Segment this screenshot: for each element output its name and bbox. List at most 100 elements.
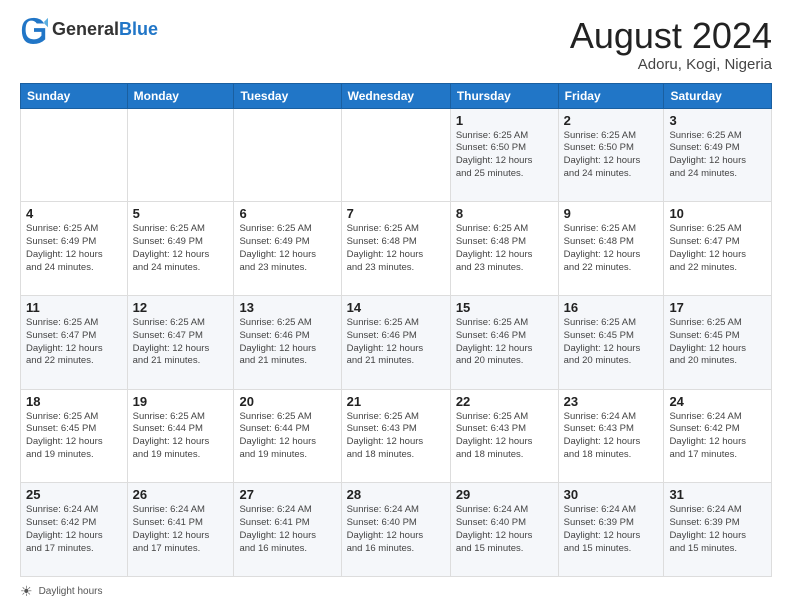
calendar-cell: 26 Sunrise: 6:24 AM Sunset: 6:41 PM Dayli… (127, 483, 234, 577)
day-header-thursday: Thursday (450, 83, 558, 108)
day-info: Sunrise: 6:25 AM Sunset: 6:46 PM Dayligh… (347, 317, 445, 368)
day-number: 4 (26, 206, 122, 221)
day-info: Sunrise: 6:25 AM Sunset: 6:47 PM Dayligh… (133, 317, 229, 368)
day-number: 23 (564, 394, 659, 409)
calendar-week-5: 25Sunrise: 6:24 AM Sunset: 6:42 PM Dayli… (21, 483, 772, 577)
calendar-body: 1 Sunrise: 6:25 AM Sunset: 6:50 PM Daylig… (21, 108, 772, 576)
logo: GeneralBlue (20, 16, 158, 44)
calendar-cell: 15 Sunrise: 6:25 AM Sunset: 6:46 PM Dayli… (450, 295, 558, 389)
day-number: 30 (564, 487, 659, 502)
day-info: Sunrise: 6:25 AM Sunset: 6:43 PM Dayligh… (456, 411, 553, 462)
header-row: SundayMondayTuesdayWednesdayThursdayFrid… (21, 83, 772, 108)
calendar-cell: 19Sunrise: 6:25 AM Sunset: 6:44 PM Dayli… (127, 389, 234, 483)
page: GeneralBlue August 2024 Adoru, Kogi, Nig… (0, 0, 792, 612)
footer: ☀ Daylight hours (20, 583, 772, 600)
calendar-cell: 1 Sunrise: 6:25 AM Sunset: 6:50 PM Daylig… (450, 108, 558, 202)
calendar-cell: 14Sunrise: 6:25 AM Sunset: 6:46 PM Dayli… (341, 295, 450, 389)
day-number: 5 (133, 206, 229, 221)
footer-note: ☀ Daylight hours (20, 583, 772, 600)
day-info: Sunrise: 6:25 AM Sunset: 6:46 PM Dayligh… (456, 317, 553, 368)
day-info: Sunrise: 6:24 AM Sunset: 6:39 PM Dayligh… (669, 504, 766, 555)
month-title: August 2024 (570, 16, 772, 56)
day-info: Sunrise: 6:25 AM Sunset: 6:43 PM Dayligh… (347, 411, 445, 462)
calendar-cell: 9 Sunrise: 6:25 AM Sunset: 6:48 PM Daylig… (558, 202, 664, 296)
day-number: 27 (239, 487, 335, 502)
day-number: 15 (456, 300, 553, 315)
day-number: 29 (456, 487, 553, 502)
calendar-cell: 18Sunrise: 6:25 AM Sunset: 6:45 PM Dayli… (21, 389, 128, 483)
day-info: Sunrise: 6:25 AM Sunset: 6:49 PM Dayligh… (669, 130, 766, 181)
day-number: 9 (564, 206, 659, 221)
day-number: 18 (26, 394, 122, 409)
day-info: Sunrise: 6:25 AM Sunset: 6:47 PM Dayligh… (26, 317, 122, 368)
day-info: Sunrise: 6:25 AM Sunset: 6:45 PM Dayligh… (564, 317, 659, 368)
day-number: 31 (669, 487, 766, 502)
calendar-week-2: 4 Sunrise: 6:25 AM Sunset: 6:49 PM Daylig… (21, 202, 772, 296)
calendar-cell: 16 Sunrise: 6:25 AM Sunset: 6:45 PM Dayli… (558, 295, 664, 389)
day-info: Sunrise: 6:25 AM Sunset: 6:49 PM Dayligh… (239, 223, 335, 274)
day-info: Sunrise: 6:24 AM Sunset: 6:42 PM Dayligh… (669, 411, 766, 462)
day-number: 6 (239, 206, 335, 221)
day-info: Sunrise: 6:24 AM Sunset: 6:43 PM Dayligh… (564, 411, 659, 462)
day-number: 1 (456, 113, 553, 128)
calendar-cell: 13Sunrise: 6:25 AM Sunset: 6:46 PM Dayli… (234, 295, 341, 389)
day-info: Sunrise: 6:25 AM Sunset: 6:49 PM Dayligh… (133, 223, 229, 274)
calendar-cell: 30Sunrise: 6:24 AM Sunset: 6:39 PM Dayli… (558, 483, 664, 577)
day-info: Sunrise: 6:25 AM Sunset: 6:48 PM Dayligh… (456, 223, 553, 274)
calendar-header: SundayMondayTuesdayWednesdayThursdayFrid… (21, 83, 772, 108)
logo-general: General (52, 19, 119, 39)
day-number: 16 (564, 300, 659, 315)
day-info: Sunrise: 6:25 AM Sunset: 6:44 PM Dayligh… (239, 411, 335, 462)
title-area: August 2024 Adoru, Kogi, Nigeria (570, 16, 772, 73)
day-info: Sunrise: 6:24 AM Sunset: 6:40 PM Dayligh… (347, 504, 445, 555)
day-info: Sunrise: 6:25 AM Sunset: 6:46 PM Dayligh… (239, 317, 335, 368)
calendar-cell: 25Sunrise: 6:24 AM Sunset: 6:42 PM Dayli… (21, 483, 128, 577)
day-header-saturday: Saturday (664, 83, 772, 108)
day-info: Sunrise: 6:25 AM Sunset: 6:48 PM Dayligh… (564, 223, 659, 274)
day-number: 20 (239, 394, 335, 409)
calendar-cell (21, 108, 128, 202)
day-info: Sunrise: 6:25 AM Sunset: 6:48 PM Dayligh… (347, 223, 445, 274)
day-number: 24 (669, 394, 766, 409)
calendar-cell: 2Sunrise: 6:25 AM Sunset: 6:50 PM Daylig… (558, 108, 664, 202)
calendar-week-3: 11Sunrise: 6:25 AM Sunset: 6:47 PM Dayli… (21, 295, 772, 389)
header: GeneralBlue August 2024 Adoru, Kogi, Nig… (20, 16, 772, 73)
day-number: 7 (347, 206, 445, 221)
calendar-cell: 6 Sunrise: 6:25 AM Sunset: 6:49 PM Daylig… (234, 202, 341, 296)
calendar-cell: 8 Sunrise: 6:25 AM Sunset: 6:48 PM Daylig… (450, 202, 558, 296)
calendar-cell: 10 Sunrise: 6:25 AM Sunset: 6:47 PM Dayli… (664, 202, 772, 296)
calendar-cell: 20 Sunrise: 6:25 AM Sunset: 6:44 PM Dayli… (234, 389, 341, 483)
day-info: Sunrise: 6:25 AM Sunset: 6:50 PM Dayligh… (456, 130, 553, 181)
logo-text: GeneralBlue (52, 20, 158, 40)
calendar-cell: 3 Sunrise: 6:25 AM Sunset: 6:49 PM Daylig… (664, 108, 772, 202)
calendar-cell: 4 Sunrise: 6:25 AM Sunset: 6:49 PM Daylig… (21, 202, 128, 296)
day-info: Sunrise: 6:25 AM Sunset: 6:47 PM Dayligh… (669, 223, 766, 274)
calendar-week-4: 18Sunrise: 6:25 AM Sunset: 6:45 PM Dayli… (21, 389, 772, 483)
calendar-cell: 17Sunrise: 6:25 AM Sunset: 6:45 PM Dayli… (664, 295, 772, 389)
day-number: 12 (133, 300, 229, 315)
logo-blue: Blue (119, 19, 158, 39)
calendar-cell: 11Sunrise: 6:25 AM Sunset: 6:47 PM Dayli… (21, 295, 128, 389)
day-info: Sunrise: 6:24 AM Sunset: 6:40 PM Dayligh… (456, 504, 553, 555)
sun-icon: ☀ (20, 583, 33, 600)
day-number: 3 (669, 113, 766, 128)
calendar-cell: 7 Sunrise: 6:25 AM Sunset: 6:48 PM Daylig… (341, 202, 450, 296)
calendar-cell (341, 108, 450, 202)
logo-icon (20, 16, 48, 44)
calendar-cell: 24 Sunrise: 6:24 AM Sunset: 6:42 PM Dayli… (664, 389, 772, 483)
day-header-monday: Monday (127, 83, 234, 108)
day-header-sunday: Sunday (21, 83, 128, 108)
day-number: 10 (669, 206, 766, 221)
day-info: Sunrise: 6:24 AM Sunset: 6:41 PM Dayligh… (133, 504, 229, 555)
calendar-cell: 28Sunrise: 6:24 AM Sunset: 6:40 PM Dayli… (341, 483, 450, 577)
day-number: 2 (564, 113, 659, 128)
day-info: Sunrise: 6:25 AM Sunset: 6:45 PM Dayligh… (669, 317, 766, 368)
day-number: 21 (347, 394, 445, 409)
day-info: Sunrise: 6:25 AM Sunset: 6:49 PM Dayligh… (26, 223, 122, 274)
day-number: 26 (133, 487, 229, 502)
day-number: 8 (456, 206, 553, 221)
calendar-cell: 21 Sunrise: 6:25 AM Sunset: 6:43 PM Dayli… (341, 389, 450, 483)
day-number: 22 (456, 394, 553, 409)
day-info: Sunrise: 6:24 AM Sunset: 6:41 PM Dayligh… (239, 504, 335, 555)
calendar-cell: 31 Sunrise: 6:24 AM Sunset: 6:39 PM Dayli… (664, 483, 772, 577)
